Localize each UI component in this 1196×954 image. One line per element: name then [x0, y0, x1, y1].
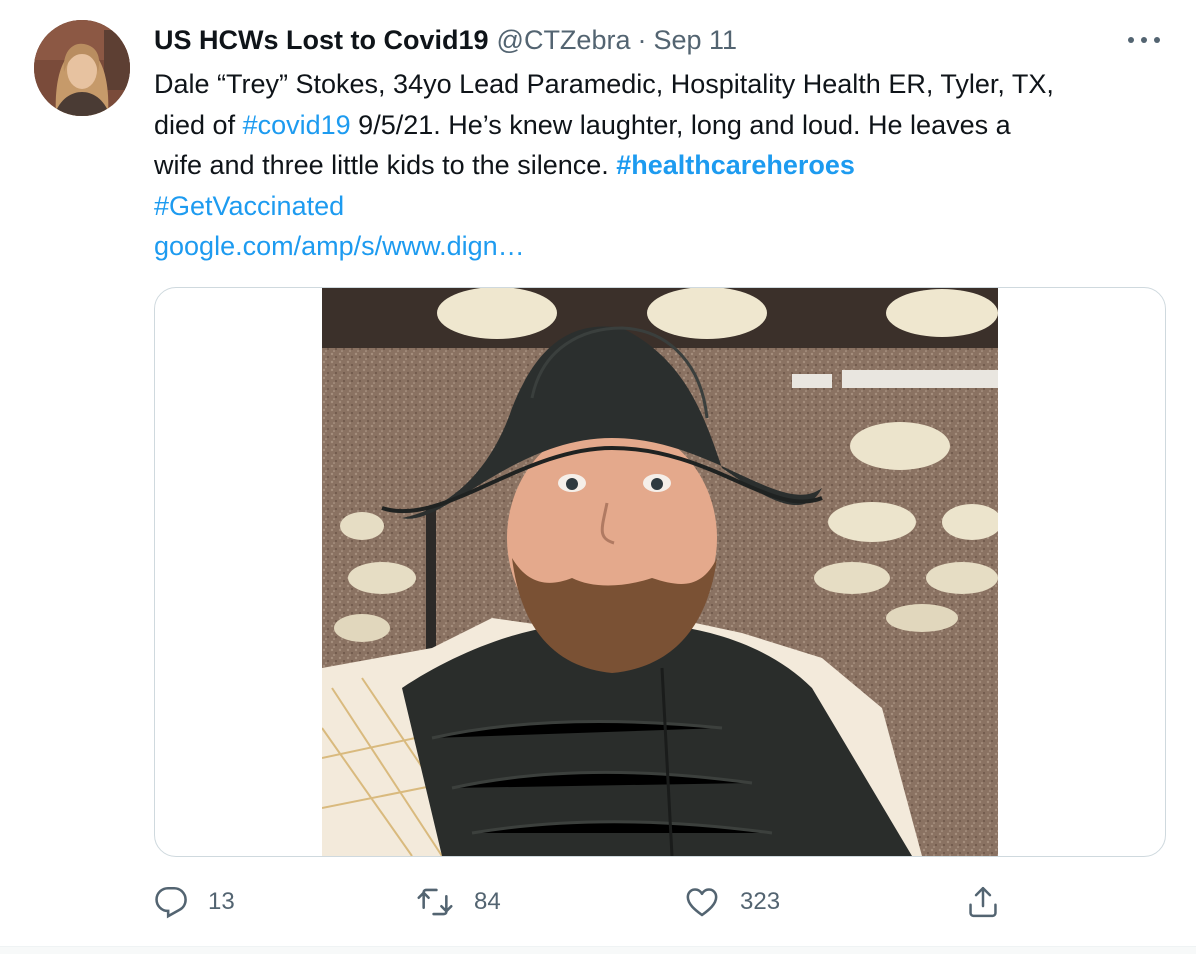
more-button[interactable]: [1124, 28, 1164, 52]
retweet-count: 84: [474, 888, 501, 915]
tweet-divider: [0, 946, 1196, 954]
tweet-text-line: Dale “Trey” Stokes, 34yo Lead Paramedic,…: [154, 69, 1054, 99]
tweet-actions: 13 84 323: [154, 880, 1166, 924]
retweet-icon: [417, 888, 453, 916]
avatar-image: [34, 20, 130, 116]
tweet-text-line: google.com/amp/s/www.dign…: [154, 226, 1174, 267]
tweet[interactable]: US HCWs Lost to Covid19 @CTZebra · Sep 1…: [0, 0, 1196, 946]
tweet-text-line: wife and three little kids to the silenc…: [154, 145, 1174, 186]
hashtag-healthcareheroes[interactable]: #healthcareheroes: [616, 150, 855, 180]
display-name[interactable]: US HCWs Lost to Covid19: [154, 22, 489, 58]
share-icon: [969, 886, 997, 918]
like-count: 323: [740, 888, 781, 915]
tweet-text-line: #GetVaccinated: [154, 186, 1174, 227]
tweet-header: US HCWs Lost to Covid19 @CTZebra · Sep 1…: [154, 22, 737, 58]
reply-count: 13: [208, 888, 235, 915]
retweet-button[interactable]: 84: [416, 880, 501, 924]
reply-icon: [155, 886, 187, 919]
text-segment: wife and three little kids to the silenc…: [154, 150, 617, 180]
tweet-media[interactable]: [154, 287, 1166, 857]
text-segment: died of: [154, 109, 243, 140]
tweet-date[interactable]: Sep 11: [653, 22, 737, 58]
hashtag-getvaccinated[interactable]: #GetVaccinated: [154, 191, 344, 221]
user-handle[interactable]: @CTZebra: [497, 22, 631, 58]
tweet-link[interactable]: google.com/amp/s/www.dign…: [154, 231, 525, 261]
media-photo: [322, 288, 998, 856]
avatar[interactable]: [34, 20, 130, 116]
tweet-text: Dale “Trey” Stokes, 34yo Lead Paramedic,…: [154, 64, 1174, 267]
separator-dot: ·: [637, 25, 647, 55]
more-horizontal-icon: [1128, 37, 1160, 43]
share-button[interactable]: [966, 880, 1000, 924]
text-segment: 9/5/21. He’s knew laughter, long and lou…: [350, 109, 1011, 140]
reply-button[interactable]: 13: [154, 880, 235, 924]
like-button[interactable]: 323: [684, 880, 780, 924]
hashtag-covid19[interactable]: #covid19: [243, 110, 351, 140]
tweet-text-line: died of #covid19 9/5/21. He’s knew laugh…: [154, 105, 1174, 146]
heart-icon: [686, 888, 718, 917]
